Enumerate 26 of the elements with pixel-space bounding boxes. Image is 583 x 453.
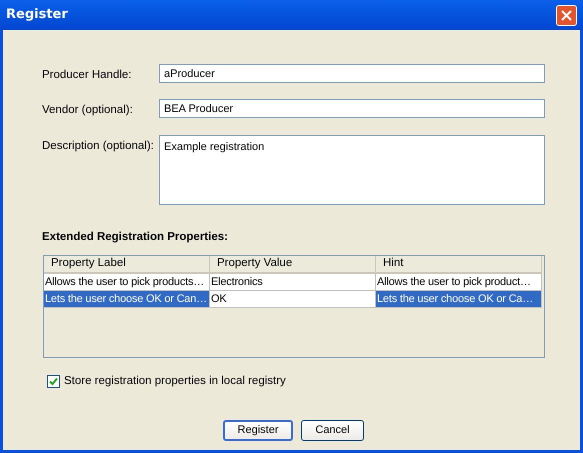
close-button[interactable] [556, 4, 577, 26]
table-row[interactable]: Lets the user choose OK or Can… OK Lets the user choose OK or Ca… [44, 290, 544, 308]
table-row[interactable]: Allows the user to pick products… Electronics Allows the user to pick product… [44, 274, 544, 291]
column-header[interactable]: Property Label [44, 256, 210, 274]
table-cell: Allows the user to pick products… [44, 274, 210, 291]
field-label: Description (optional): [42, 138, 155, 154]
description-field[interactable]: Example registration [159, 134, 545, 204]
table-cell: Lets the user choose OK or Can… [44, 290, 210, 308]
dialog-button[interactable]: Cancel [301, 420, 364, 441]
checkbox[interactable] [47, 374, 60, 388]
table-cell: OK [210, 290, 376, 308]
checkbox-label: Store registration properties in local registry [64, 374, 286, 389]
column-header[interactable]: Hint [376, 256, 542, 274]
close-icon [561, 10, 572, 20]
field-label: Producer Handle: [42, 68, 132, 83]
text-field[interactable]: BEA Producer [159, 99, 545, 118]
window-title: Register [6, 6, 68, 24]
table-cell: Allows the user to pick product… [376, 274, 542, 291]
table-cell: Electronics [210, 274, 376, 291]
dialog-button[interactable]: Register [223, 420, 293, 441]
text-field[interactable]: aProducer [159, 64, 545, 83]
check-icon [49, 376, 58, 386]
column-header[interactable]: Property Value [210, 256, 376, 274]
field-label: Vendor (optional): [42, 103, 134, 118]
section-title: Extended Registration Properties: [42, 230, 229, 244]
table-cell: Lets the user choose OK or Ca… [376, 290, 542, 308]
